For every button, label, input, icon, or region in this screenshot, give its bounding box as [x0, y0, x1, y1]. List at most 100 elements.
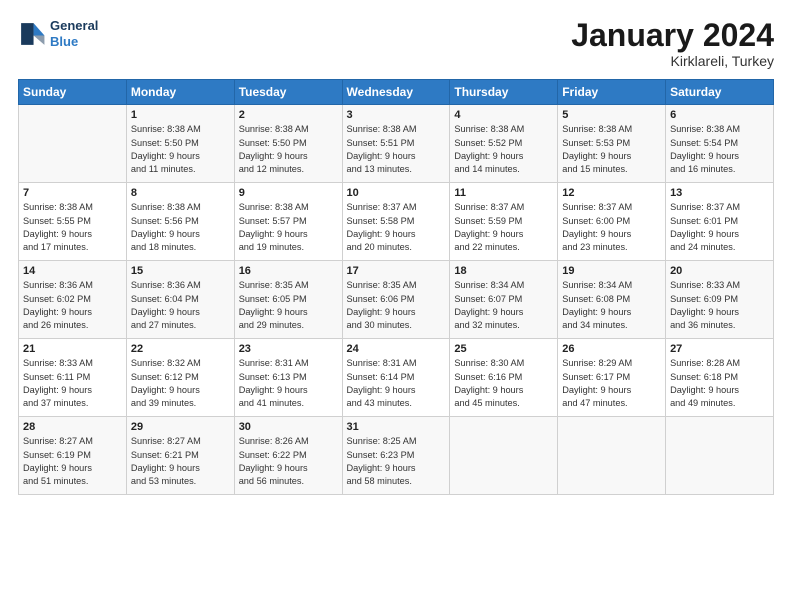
- calendar-cell: 27 Sunrise: 8:28 AMSunset: 6:18 PMDayligh…: [666, 339, 774, 417]
- day-info: Sunrise: 8:27 AMSunset: 6:21 PMDaylight:…: [131, 435, 230, 488]
- day-number: 19: [562, 265, 661, 277]
- calendar-cell: 18Sunrise: 8:34 AMSunset: 6:07 PMDayligh…: [450, 261, 558, 339]
- day-info: Sunrise: 8:29 AMSunset: 6:17 PMDaylight:…: [562, 357, 661, 410]
- day-number: 8: [131, 187, 230, 199]
- calendar-cell: 4 Sunrise: 8:38 AMSunset: 5:52 PMDaylight…: [450, 105, 558, 183]
- calendar-cell: 22 Sunrise: 8:32 AMSunset: 6:12 PMDayligh…: [126, 339, 234, 417]
- day-number: 4: [454, 109, 553, 121]
- title-block: January 2024 Kirklareli, Turkey: [571, 18, 774, 69]
- day-info: Sunrise: 8:38 AMSunset: 5:55 PMDaylight:…: [23, 201, 122, 254]
- day-info: Sunrise: 8:36 AMSunset: 6:02 PMDaylight:…: [23, 279, 122, 332]
- calendar-cell: 25Sunrise: 8:30 AMSunset: 6:16 PMDayligh…: [450, 339, 558, 417]
- day-info: Sunrise: 8:37 AMSunset: 5:59 PMDaylight:…: [454, 201, 553, 254]
- day-info: Sunrise: 8:38 AMSunset: 5:50 PMDaylight:…: [131, 123, 230, 176]
- day-number: 1: [131, 109, 230, 121]
- day-number: 12: [562, 187, 661, 199]
- calendar-cell: 12 Sunrise: 8:37 AMSunset: 6:00 PMDayligh…: [558, 183, 666, 261]
- calendar-cell: 9 Sunrise: 8:38 AMSunset: 5:57 PMDaylight…: [234, 183, 342, 261]
- day-number: 5: [562, 109, 661, 121]
- calendar-cell: 3 Sunrise: 8:38 AMSunset: 5:51 PMDaylight…: [342, 105, 450, 183]
- header-row: Sunday Monday Tuesday Wednesday Thursday…: [19, 80, 774, 105]
- calendar-cell: 11Sunrise: 8:37 AMSunset: 5:59 PMDayligh…: [450, 183, 558, 261]
- day-info: Sunrise: 8:25 AMSunset: 6:23 PMDaylight:…: [347, 435, 446, 488]
- day-info: Sunrise: 8:38 AMSunset: 5:56 PMDaylight:…: [131, 201, 230, 254]
- header-friday: Friday: [558, 80, 666, 105]
- month-title: January 2024: [571, 18, 774, 53]
- calendar-cell: 8 Sunrise: 8:38 AMSunset: 5:56 PMDaylight…: [126, 183, 234, 261]
- calendar-week-4: 21Sunrise: 8:33 AMSunset: 6:11 PMDayligh…: [19, 339, 774, 417]
- calendar-cell: 15 Sunrise: 8:36 AMSunset: 6:04 PMDayligh…: [126, 261, 234, 339]
- day-info: Sunrise: 8:30 AMSunset: 6:16 PMDaylight:…: [454, 357, 553, 410]
- day-number: 30: [239, 421, 338, 433]
- day-info: Sunrise: 8:34 AMSunset: 6:08 PMDaylight:…: [562, 279, 661, 332]
- day-number: 26: [562, 343, 661, 355]
- day-number: 20: [670, 265, 769, 277]
- day-number: 15: [131, 265, 230, 277]
- day-number: 27: [670, 343, 769, 355]
- day-info: Sunrise: 8:34 AMSunset: 6:07 PMDaylight:…: [454, 279, 553, 332]
- location-subtitle: Kirklareli, Turkey: [571, 53, 774, 69]
- day-info: Sunrise: 8:37 AMSunset: 5:58 PMDaylight:…: [347, 201, 446, 254]
- day-info: Sunrise: 8:27 AMSunset: 6:19 PMDaylight:…: [23, 435, 122, 488]
- day-number: 22: [131, 343, 230, 355]
- calendar-cell: 17Sunrise: 8:35 AMSunset: 6:06 PMDayligh…: [342, 261, 450, 339]
- calendar-cell: 16 Sunrise: 8:35 AMSunset: 6:05 PMDayligh…: [234, 261, 342, 339]
- day-number: 13: [670, 187, 769, 199]
- day-number: 9: [239, 187, 338, 199]
- day-info: Sunrise: 8:38 AMSunset: 5:54 PMDaylight:…: [670, 123, 769, 176]
- header-monday: Monday: [126, 80, 234, 105]
- calendar-cell: 28Sunrise: 8:27 AMSunset: 6:19 PMDayligh…: [19, 417, 127, 495]
- header: General Blue January 2024 Kirklareli, Tu…: [18, 18, 774, 69]
- calendar-cell: 21Sunrise: 8:33 AMSunset: 6:11 PMDayligh…: [19, 339, 127, 417]
- day-info: Sunrise: 8:31 AMSunset: 6:14 PMDaylight:…: [347, 357, 446, 410]
- day-info: Sunrise: 8:38 AMSunset: 5:51 PMDaylight:…: [347, 123, 446, 176]
- header-sunday: Sunday: [19, 80, 127, 105]
- day-number: 10: [347, 187, 446, 199]
- calendar-cell: 23 Sunrise: 8:31 AMSunset: 6:13 PMDayligh…: [234, 339, 342, 417]
- calendar-cell: 14Sunrise: 8:36 AMSunset: 6:02 PMDayligh…: [19, 261, 127, 339]
- day-info: Sunrise: 8:28 AMSunset: 6:18 PMDaylight:…: [670, 357, 769, 410]
- calendar-cell: 5 Sunrise: 8:38 AMSunset: 5:53 PMDaylight…: [558, 105, 666, 183]
- day-info: Sunrise: 8:35 AMSunset: 6:06 PMDaylight:…: [347, 279, 446, 332]
- day-info: Sunrise: 8:31 AMSunset: 6:13 PMDaylight:…: [239, 357, 338, 410]
- calendar-header: Sunday Monday Tuesday Wednesday Thursday…: [19, 80, 774, 105]
- calendar-cell: 29Sunrise: 8:27 AMSunset: 6:21 PMDayligh…: [126, 417, 234, 495]
- day-number: 16: [239, 265, 338, 277]
- day-info: Sunrise: 8:37 AMSunset: 6:00 PMDaylight:…: [562, 201, 661, 254]
- header-saturday: Saturday: [666, 80, 774, 105]
- day-info: Sunrise: 8:36 AMSunset: 6:04 PMDaylight:…: [131, 279, 230, 332]
- calendar-week-3: 14Sunrise: 8:36 AMSunset: 6:02 PMDayligh…: [19, 261, 774, 339]
- calendar-cell: 10 Sunrise: 8:37 AMSunset: 5:58 PMDayligh…: [342, 183, 450, 261]
- calendar-cell: 1 Sunrise: 8:38 AMSunset: 5:50 PMDaylight…: [126, 105, 234, 183]
- day-number: 31: [347, 421, 446, 433]
- day-info: Sunrise: 8:37 AMSunset: 6:01 PMDaylight:…: [670, 201, 769, 254]
- page: General Blue January 2024 Kirklareli, Tu…: [0, 0, 792, 612]
- day-number: 3: [347, 109, 446, 121]
- day-info: Sunrise: 8:38 AMSunset: 5:57 PMDaylight:…: [239, 201, 338, 254]
- calendar-cell: 7Sunrise: 8:38 AMSunset: 5:55 PMDaylight…: [19, 183, 127, 261]
- calendar-cell: [666, 417, 774, 495]
- day-info: Sunrise: 8:32 AMSunset: 6:12 PMDaylight:…: [131, 357, 230, 410]
- header-wednesday: Wednesday: [342, 80, 450, 105]
- calendar-cell: [19, 105, 127, 183]
- day-info: Sunrise: 8:38 AMSunset: 5:52 PMDaylight:…: [454, 123, 553, 176]
- calendar-cell: [450, 417, 558, 495]
- day-number: 23: [239, 343, 338, 355]
- calendar-cell: 24 Sunrise: 8:31 AMSunset: 6:14 PMDayligh…: [342, 339, 450, 417]
- day-number: 24: [347, 343, 446, 355]
- day-info: Sunrise: 8:33 AMSunset: 6:09 PMDaylight:…: [670, 279, 769, 332]
- day-info: Sunrise: 8:33 AMSunset: 6:11 PMDaylight:…: [23, 357, 122, 410]
- header-tuesday: Tuesday: [234, 80, 342, 105]
- logo-icon: [18, 20, 46, 48]
- day-info: Sunrise: 8:38 AMSunset: 5:53 PMDaylight:…: [562, 123, 661, 176]
- calendar-cell: [558, 417, 666, 495]
- day-info: Sunrise: 8:38 AMSunset: 5:50 PMDaylight:…: [239, 123, 338, 176]
- calendar-cell: 31 Sunrise: 8:25 AMSunset: 6:23 PMDayligh…: [342, 417, 450, 495]
- header-thursday: Thursday: [450, 80, 558, 105]
- calendar-cell: 26 Sunrise: 8:29 AMSunset: 6:17 PMDayligh…: [558, 339, 666, 417]
- day-info: Sunrise: 8:26 AMSunset: 6:22 PMDaylight:…: [239, 435, 338, 488]
- calendar-week-1: 1 Sunrise: 8:38 AMSunset: 5:50 PMDaylight…: [19, 105, 774, 183]
- day-info: Sunrise: 8:35 AMSunset: 6:05 PMDaylight:…: [239, 279, 338, 332]
- logo: General Blue: [18, 18, 98, 49]
- calendar-week-2: 7Sunrise: 8:38 AMSunset: 5:55 PMDaylight…: [19, 183, 774, 261]
